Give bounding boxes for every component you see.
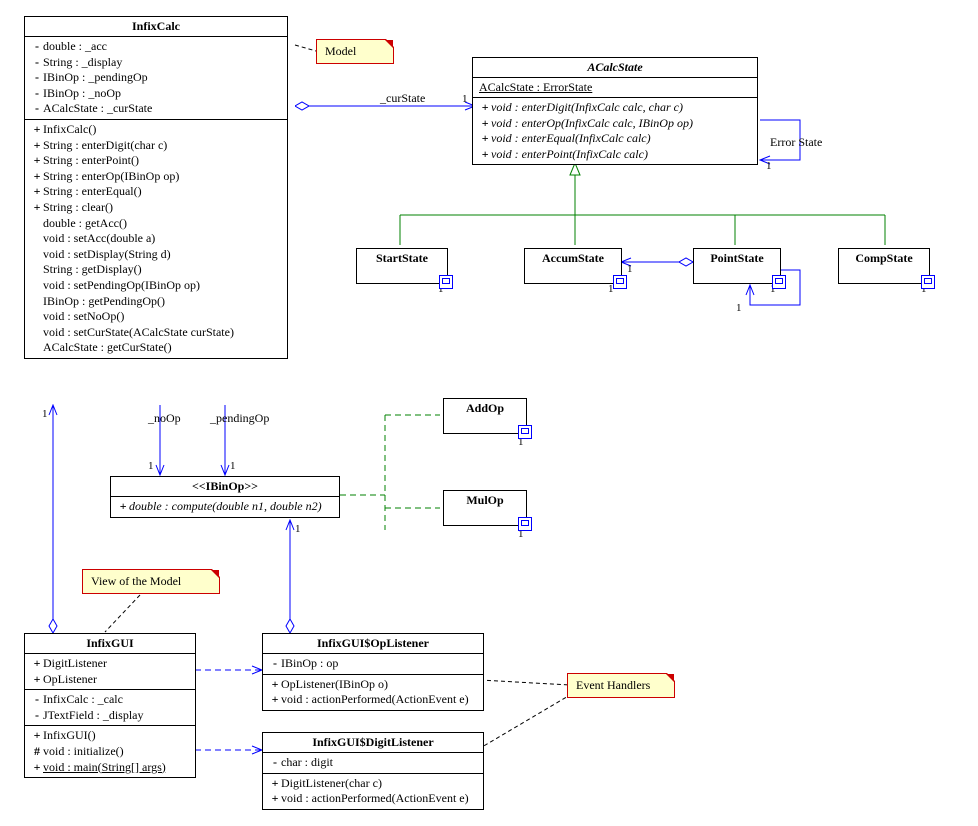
- member: +String : enterPoint(): [31, 153, 281, 169]
- member: -IBinOp : op: [269, 656, 477, 672]
- class-title: PointState: [694, 249, 780, 268]
- member: +InfixCalc(): [31, 122, 281, 138]
- mult: 1: [42, 408, 48, 420]
- member: +String : enterEqual(): [31, 184, 281, 200]
- class-infixgui: InfixGUI +DigitListener+OpListener -Infi…: [24, 633, 196, 778]
- class-title: InfixGUI: [25, 634, 195, 654]
- ops: +InfixCalc()+String : enterDigit(char c)…: [25, 120, 287, 358]
- class-compstate: CompState: [838, 248, 930, 284]
- class-subtitle: ACalcState : ErrorState: [473, 78, 757, 98]
- member: -ACalcState : _curState: [31, 101, 281, 117]
- note-model: Model: [316, 39, 394, 64]
- class-title: InfixGUI$OpListener: [263, 634, 483, 654]
- member: +DigitListener: [31, 656, 189, 672]
- member: -InfixCalc : _calc: [31, 692, 189, 708]
- class-infixcalc: InfixCalc -double : _acc-String : _displ…: [24, 16, 288, 359]
- member: void : setCurState(ACalcState curState): [31, 325, 281, 341]
- member: +String : clear(): [31, 200, 281, 216]
- ops: +InfixGUI()#void : initialize()+void : m…: [25, 726, 195, 777]
- attrs: -InfixCalc : _calc-JTextField : _display: [25, 690, 195, 726]
- member: +InfixGUI(): [31, 728, 189, 744]
- class-stereo: <<IBinOp>>: [111, 477, 339, 497]
- class-icon: [921, 275, 935, 289]
- class-mulop: MulOp: [443, 490, 527, 526]
- ops: +void : enterDigit(InfixCalc calc, char …: [473, 98, 757, 164]
- class-title: AddOp: [444, 399, 526, 418]
- class-icon: [518, 425, 532, 439]
- class-addop: AddOp: [443, 398, 527, 434]
- mult: 1: [148, 460, 154, 472]
- label-errorstate: Error State: [770, 135, 822, 150]
- member: IBinOp : getPendingOp(): [31, 294, 281, 310]
- label-pendingop: _pendingOp: [210, 411, 269, 426]
- class-title: CompState: [839, 249, 929, 268]
- mult: 1: [230, 460, 236, 472]
- member: +String : enterDigit(char c): [31, 138, 281, 154]
- ops: +double : compute(double n1, double n2): [111, 497, 339, 517]
- member: double : getAcc(): [31, 216, 281, 232]
- mult: 1: [766, 160, 772, 172]
- class-icon: [439, 275, 453, 289]
- class-accumstate: AccumState: [524, 248, 622, 284]
- member: +void : enterDigit(InfixCalc calc, char …: [479, 100, 751, 116]
- attrs: -char : digit: [263, 753, 483, 774]
- class-title: InfixGUI$DigitListener: [263, 733, 483, 753]
- note-text: Model: [325, 44, 356, 58]
- op-text: double : compute(double n1, double n2): [129, 499, 322, 513]
- class-title: InfixCalc: [25, 17, 287, 37]
- member: void : setDisplay(String d): [31, 247, 281, 263]
- class-startstate: StartState: [356, 248, 448, 284]
- mult: 1: [295, 523, 301, 535]
- member: +void : main(String[] args): [31, 760, 189, 776]
- note-text: View of the Model: [91, 574, 181, 588]
- ops: +OpListener(IBinOp o)+void : actionPerfo…: [263, 675, 483, 710]
- member: +void : actionPerformed(ActionEvent e): [269, 791, 477, 807]
- inner: +DigitListener+OpListener: [25, 654, 195, 690]
- member: void : setAcc(double a): [31, 231, 281, 247]
- member: -JTextField : _display: [31, 708, 189, 724]
- member: +void : enterOp(InfixCalc calc, IBinOp o…: [479, 116, 751, 132]
- member: -IBinOp : _noOp: [31, 86, 281, 102]
- member: -IBinOp : _pendingOp: [31, 70, 281, 86]
- class-oplistener: InfixGUI$OpListener -IBinOp : op +OpList…: [262, 633, 484, 711]
- attrs: -IBinOp : op: [263, 654, 483, 675]
- member: void : setPendingOp(IBinOp op): [31, 278, 281, 294]
- member: +void : enterPoint(InfixCalc calc): [479, 147, 751, 163]
- label-curstate: _curState: [380, 91, 425, 106]
- class-icon: [518, 517, 532, 531]
- class-title: StartState: [357, 249, 447, 268]
- member: -char : digit: [269, 755, 477, 771]
- member: +OpListener: [31, 672, 189, 688]
- member: +void : actionPerformed(ActionEvent e): [269, 692, 477, 708]
- member: #void : initialize(): [31, 744, 189, 760]
- class-title: MulOp: [444, 491, 526, 510]
- member: +void : enterEqual(InfixCalc calc): [479, 131, 751, 147]
- member: String : getDisplay(): [31, 262, 281, 278]
- mult: 1: [736, 302, 742, 314]
- class-title: AccumState: [525, 249, 621, 268]
- attrs: -double : _acc-String : _display-IBinOp …: [25, 37, 287, 120]
- member: -String : _display: [31, 55, 281, 71]
- member: +OpListener(IBinOp o): [269, 677, 477, 693]
- class-pointstate: PointState: [693, 248, 781, 284]
- member: +String : enterOp(IBinOp op): [31, 169, 281, 185]
- class-digitlistener: InfixGUI$DigitListener -char : digit +Di…: [262, 732, 484, 810]
- class-icon: [772, 275, 786, 289]
- class-icon: [613, 275, 627, 289]
- note-view: View of the Model: [82, 569, 220, 594]
- mult: 1: [462, 93, 468, 105]
- label-noop: _noOp: [148, 411, 181, 426]
- note-handlers: Event Handlers: [567, 673, 675, 698]
- member: -double : _acc: [31, 39, 281, 55]
- member: ACalcState : getCurState(): [31, 340, 281, 356]
- ops: +DigitListener(char c)+void : actionPerf…: [263, 774, 483, 809]
- class-acalcstate: ACalcState ACalcState : ErrorState +void…: [472, 57, 758, 165]
- class-ibinop: <<IBinOp>> +double : compute(double n1, …: [110, 476, 340, 518]
- member: void : setNoOp(): [31, 309, 281, 325]
- member: +DigitListener(char c): [269, 776, 477, 792]
- mult: 1: [627, 263, 633, 275]
- note-text: Event Handlers: [576, 678, 650, 692]
- class-title: ACalcState: [473, 58, 757, 78]
